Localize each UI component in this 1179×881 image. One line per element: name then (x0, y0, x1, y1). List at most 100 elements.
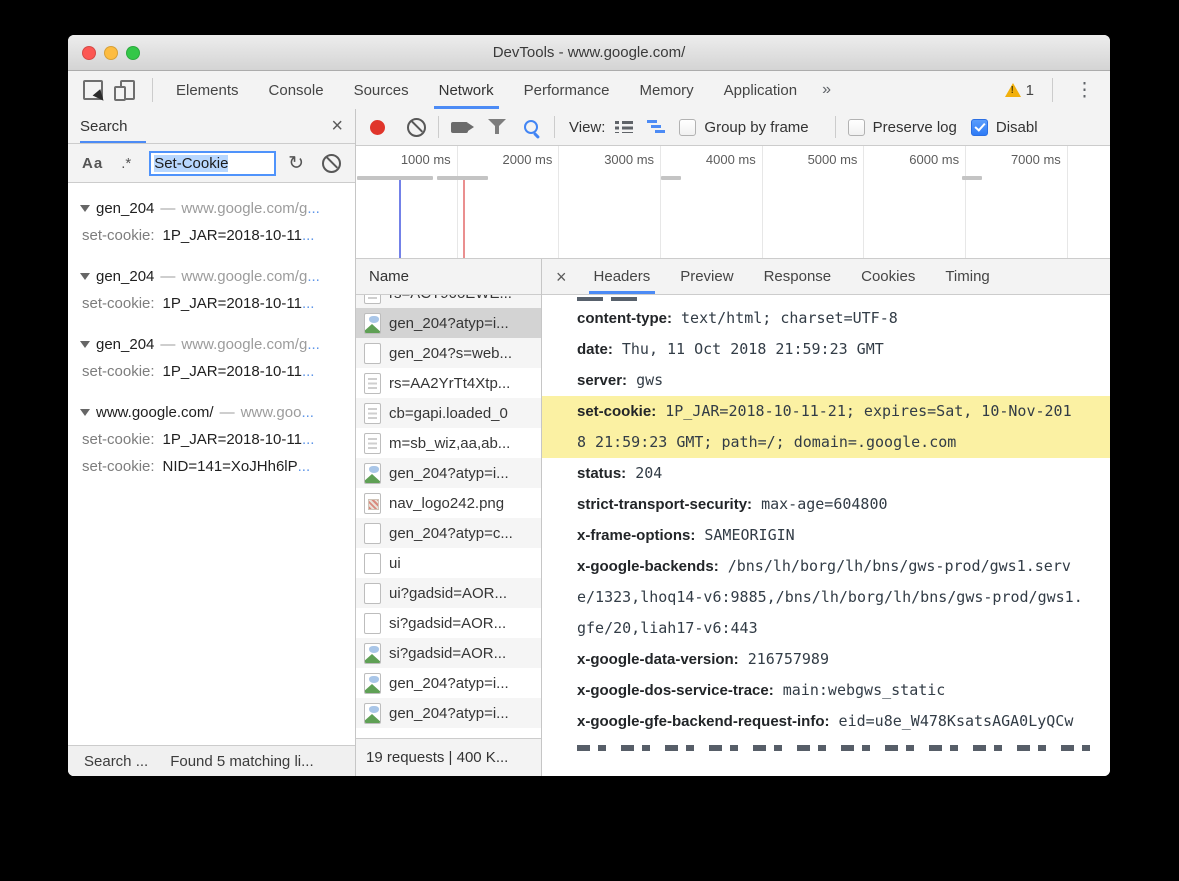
search-status-label: Search ... (84, 752, 149, 770)
tab-headers[interactable]: Headers (581, 260, 664, 294)
list-view-icon[interactable] (615, 120, 634, 134)
file-image-icon (364, 462, 381, 484)
tab-memory[interactable]: Memory (625, 72, 709, 109)
detail-close-icon[interactable]: × (550, 268, 577, 286)
device-toolbar-icon[interactable] (112, 77, 138, 103)
search-close-icon[interactable]: × (331, 116, 343, 136)
load-event-line (463, 180, 465, 258)
search-result-match[interactable]: set-cookie: 1P_JAR=2018-10-11... (68, 290, 355, 317)
disable-cache-label[interactable]: Disabl (996, 119, 1038, 136)
tab-timing[interactable]: Timing (932, 260, 1002, 294)
inspect-element-icon[interactable] (80, 77, 108, 104)
devtools-tab-bar: Elements Console Sources Network Perform… (68, 71, 1110, 110)
search-result-header[interactable]: gen_204 — www.google.com/g... (68, 263, 355, 290)
refresh-search-icon[interactable]: ↻ (288, 154, 304, 173)
request-row[interactable]: rs=AA2YrTt4Xtp... (356, 368, 541, 398)
main-menu-kebab-icon[interactable]: ⋮ (1071, 81, 1098, 100)
clear-requests-icon[interactable] (407, 117, 426, 137)
more-tabs-chevron-icon[interactable]: » (812, 81, 841, 99)
header-row: x-frame-options: SAMEORIGIN (577, 526, 795, 544)
preserve-log-label[interactable]: Preserve log (873, 119, 957, 136)
tab-console[interactable]: Console (254, 72, 339, 109)
header-row: x-google-backends: /bns/lh/borg/lh/bns/g… (577, 557, 1083, 637)
tab-network[interactable]: Network (424, 72, 509, 109)
timeline-grid: 1000 ms 2000 ms 3000 ms 4000 ms 5000 ms … (356, 146, 1110, 258)
request-row[interactable]: gen_204?atyp=c... (356, 518, 541, 548)
search-requests-icon[interactable] (524, 120, 538, 134)
file-image-icon (364, 492, 381, 514)
warning-badge[interactable]: 1 (1004, 82, 1034, 99)
request-row[interactable]: nav_logo242.png (356, 488, 541, 518)
timeline-tick-label: 6000 ms (864, 146, 967, 258)
file-blank-icon (364, 522, 381, 544)
tab-sources[interactable]: Sources (339, 72, 424, 109)
file-image-icon (364, 702, 381, 724)
request-row-selected[interactable]: gen_204?atyp=i... (356, 308, 541, 338)
disclosure-triangle-icon[interactable] (80, 409, 90, 416)
window-title: DevTools - www.google.com/ (492, 44, 686, 61)
disable-cache-checkbox[interactable] (970, 118, 988, 136)
network-panel: View: Group by frame Preserve log Disabl… (356, 109, 1110, 776)
search-input-selected-text: Set-Cookie (154, 154, 229, 172)
search-match-count: Found 5 matching li... (170, 752, 314, 770)
search-input[interactable]: Set-Cookie (149, 150, 277, 176)
search-drawer: Search × Aa .* Set-Cookie ↻ gen_204 — ww… (68, 109, 356, 776)
zoom-window-button[interactable] (126, 45, 140, 60)
request-row[interactable]: gen_204?atyp=i... (356, 458, 541, 488)
name-column-header[interactable]: Name (356, 259, 541, 295)
request-row[interactable]: rs=ACT90oEWE... (356, 295, 541, 308)
case-sensitive-toggle[interactable]: Aa (82, 155, 103, 172)
group-by-frame-checkbox[interactable] (679, 118, 697, 136)
request-row[interactable]: si?gadsid=AOR... (356, 608, 541, 638)
request-row[interactable]: m=sb_wiz,aa,ab... (356, 428, 541, 458)
request-row[interactable]: gen_204?atyp=i... (356, 668, 541, 698)
request-row[interactable]: ui?gadsid=AOR... (356, 578, 541, 608)
network-overview-timeline[interactable]: 1000 ms 2000 ms 3000 ms 4000 ms 5000 ms … (356, 146, 1110, 259)
preserve-log-checkbox[interactable] (847, 118, 865, 136)
tab-performance[interactable]: Performance (509, 72, 625, 109)
tab-response[interactable]: Response (751, 260, 845, 294)
search-result-match[interactable]: set-cookie: NID=141=XoJHh6lP... (68, 453, 355, 480)
search-result-header[interactable]: gen_204 — www.google.com/g... (68, 331, 355, 358)
network-lower-split: Name rs=ACT90oEWE... gen_204?atyp=i... g… (356, 259, 1110, 776)
timeline-tick-label: 2000 ms (458, 146, 560, 258)
clear-search-icon[interactable] (322, 153, 341, 173)
request-row[interactable]: ui (356, 548, 541, 578)
regex-toggle[interactable]: .* (121, 155, 131, 172)
search-result-group: www.google.com/ — www.goo... set-cookie:… (68, 399, 355, 480)
disclosure-triangle-icon[interactable] (80, 273, 90, 280)
network-toolbar: View: Group by frame Preserve log Disabl (356, 109, 1110, 146)
search-result-match[interactable]: set-cookie: 1P_JAR=2018-10-11... (68, 426, 355, 453)
disclosure-triangle-icon[interactable] (80, 341, 90, 348)
file-image-icon (364, 312, 381, 334)
close-window-button[interactable] (82, 45, 96, 60)
header-row: date: Thu, 11 Oct 2018 21:59:23 GMT (577, 340, 884, 358)
group-by-frame-label[interactable]: Group by frame (704, 119, 808, 136)
request-row[interactable]: si?gadsid=AOR... (356, 638, 541, 668)
search-toolbar: Aa .* Set-Cookie ↻ (68, 144, 355, 183)
file-script-icon (364, 402, 381, 424)
toolbar-divider (554, 116, 555, 138)
header-row-highlighted: set-cookie: 1P_JAR=2018-10-11-21; expire… (542, 396, 1110, 458)
tab-application[interactable]: Application (709, 72, 812, 109)
request-row[interactable]: cb=gapi.loaded_0 (356, 398, 541, 428)
request-row[interactable]: gen_204?atyp=i... (356, 698, 541, 728)
search-drawer-header: Search × (68, 109, 355, 144)
record-button[interactable] (370, 119, 385, 135)
disclosure-triangle-icon[interactable] (80, 205, 90, 212)
screenshot-camera-icon[interactable] (451, 121, 474, 133)
view-label: View: (569, 118, 606, 136)
filter-icon[interactable] (488, 119, 506, 135)
overview-waterfall-icon[interactable] (647, 120, 665, 134)
search-result-match[interactable]: set-cookie: 1P_JAR=2018-10-11... (68, 358, 355, 385)
request-list: rs=ACT90oEWE... gen_204?atyp=i... gen_20… (356, 295, 541, 738)
tab-cookies[interactable]: Cookies (848, 260, 928, 294)
minimize-window-button[interactable] (104, 45, 118, 60)
toolbar-divider (1052, 78, 1053, 102)
search-result-header[interactable]: gen_204 — www.google.com/g... (68, 195, 355, 222)
tab-preview[interactable]: Preview (667, 260, 746, 294)
search-result-header[interactable]: www.google.com/ — www.goo... (68, 399, 355, 426)
search-result-match[interactable]: set-cookie: 1P_JAR=2018-10-11... (68, 222, 355, 249)
tab-elements[interactable]: Elements (161, 72, 254, 109)
request-row[interactable]: gen_204?s=web... (356, 338, 541, 368)
